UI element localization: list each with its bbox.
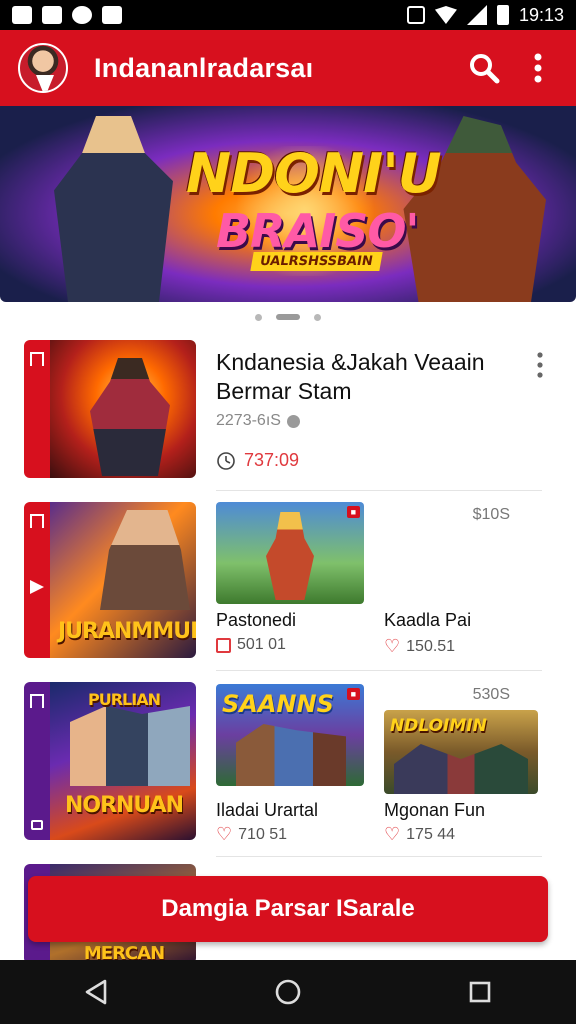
row3-characters [70, 706, 190, 786]
thumb-title-art: SAANNS [222, 690, 334, 718]
promo-banner[interactable]: NDONI'U BRAISO' UALRSHSSBAIN [0, 106, 576, 302]
game-thumb[interactable]: ■ [216, 502, 364, 604]
divider [216, 856, 542, 857]
thumb-title-art: NDLOIMIN [390, 716, 487, 736]
back-icon [85, 979, 107, 1005]
download-notification-icon [102, 6, 122, 24]
avatar[interactable] [18, 43, 68, 93]
game-thumb[interactable]: SAANNS ■ [216, 684, 364, 786]
thumb-badge: ■ [346, 506, 360, 518]
search-button[interactable] [464, 48, 504, 88]
featured-cover[interactable] [24, 340, 196, 478]
cover-strip [24, 340, 50, 478]
banner-pager[interactable] [0, 312, 576, 322]
thumb-characters [394, 744, 528, 794]
banner-title: NDONI'U [186, 142, 442, 205]
row3-cover-text-top: PURLIAN [88, 690, 161, 709]
home-icon [30, 514, 44, 528]
cover-strip [24, 682, 50, 840]
game-stat: ♡ 150.51 [384, 636, 455, 657]
row2-character [100, 510, 190, 610]
flag-icon [30, 580, 44, 594]
featured-title[interactable]: Kndanesia &Jakah Veaain Bermar Stam [216, 348, 516, 406]
overflow-menu-button[interactable] [518, 48, 558, 88]
row2-cover-text: JURANMMUN [58, 619, 196, 644]
home-circle-icon [275, 979, 301, 1005]
price-label: 530S [472, 686, 510, 703]
photo-notification-icon [12, 6, 32, 24]
wifi-icon [434, 6, 457, 24]
game-stat: ♡ 710 51 [216, 824, 287, 845]
status-time: 19:13 [518, 4, 564, 25]
lock-icon [31, 820, 43, 830]
category-row: PURLIAN NORNUAN SAANNS ■ Iladai Urartal … [24, 682, 544, 845]
game-stat-text: 501 01 [237, 636, 286, 653]
recents-button[interactable] [460, 972, 500, 1012]
heart-icon: ♡ [216, 824, 233, 844]
banner-hero-left [54, 116, 173, 302]
game-title[interactable]: Iladai Urartal [216, 800, 318, 821]
pager-dot-active[interactable] [276, 314, 300, 320]
clock-icon [217, 451, 235, 470]
game-stat: ♡ 175 44 [384, 824, 455, 845]
featured-list-item[interactable]: Kndanesia &Jakah Veaain Bermar Stam 2273… [24, 340, 544, 480]
row2-cover[interactable]: JURANMMUN [24, 502, 196, 658]
more-vertical-icon [534, 53, 542, 83]
search-icon [470, 54, 500, 84]
category-row: JURANMMUN ■ Pastonedi 501 01 $10S Kaadla… [24, 502, 544, 662]
price-label: $10S [472, 506, 510, 523]
item-more-icon[interactable] [536, 352, 544, 378]
game-title[interactable]: Pastonedi [216, 610, 296, 631]
divider [216, 670, 542, 671]
heart-icon: ♡ [384, 636, 401, 656]
game-stat-text: 710 51 [238, 825, 288, 843]
pager-dot[interactable] [314, 313, 321, 321]
recents-icon [469, 981, 491, 1003]
featured-time-text: 737:09 [244, 450, 300, 470]
calendar-icon [216, 637, 231, 653]
cover-strip [24, 502, 50, 658]
back-button[interactable] [76, 972, 116, 1012]
app-title: Indananlradarsaı [94, 52, 314, 83]
system-nav-bar [0, 960, 576, 1024]
game-stat-text: 150.51 [406, 637, 456, 655]
home-button[interactable] [268, 972, 308, 1012]
featured-meta-text: 2273-6ıS [216, 412, 281, 429]
thumb-character [236, 724, 346, 786]
pager-dot[interactable] [255, 313, 262, 321]
globe-icon [286, 414, 300, 428]
home-icon [30, 352, 44, 366]
sync-notification-icon [72, 6, 92, 24]
row3-cover[interactable]: PURLIAN NORNUAN [24, 682, 196, 840]
gallery-notification-icon [42, 6, 62, 24]
game-title[interactable]: Kaadla Pai [384, 610, 471, 631]
featured-character [90, 358, 170, 476]
featured-time: 737:09 [216, 450, 299, 471]
vibrate-icon [406, 6, 425, 24]
home-icon [30, 694, 44, 708]
banner-tag: UALRSHSSBAIN [250, 252, 383, 271]
status-bar: 19:13 [0, 0, 576, 30]
app-screen: 19:13 Indananlradarsaı NDONI'U BRAISO' U… [0, 0, 576, 1024]
game-thumb[interactable]: NDLOIMIN [384, 710, 538, 794]
featured-meta: 2273-6ıS [216, 412, 300, 430]
game-stat-text: 175 44 [406, 825, 456, 843]
battery-icon [496, 5, 509, 25]
primary-action-button[interactable]: Damgia Parsar ISarale [28, 876, 548, 942]
app-bar: Indananlradarsaı [0, 30, 576, 106]
thumb-character [266, 512, 314, 600]
signal-icon [466, 5, 487, 25]
row3-cover-text: NORNUAN [64, 793, 184, 818]
banner-subtitle: BRAISO' [216, 204, 420, 258]
heart-icon: ♡ [384, 824, 401, 844]
game-stat: 501 01 [216, 636, 286, 654]
game-title[interactable]: Mgonan Fun [384, 800, 485, 821]
thumb-badge: ■ [346, 688, 360, 700]
divider [216, 490, 542, 491]
featured-art [50, 340, 196, 478]
